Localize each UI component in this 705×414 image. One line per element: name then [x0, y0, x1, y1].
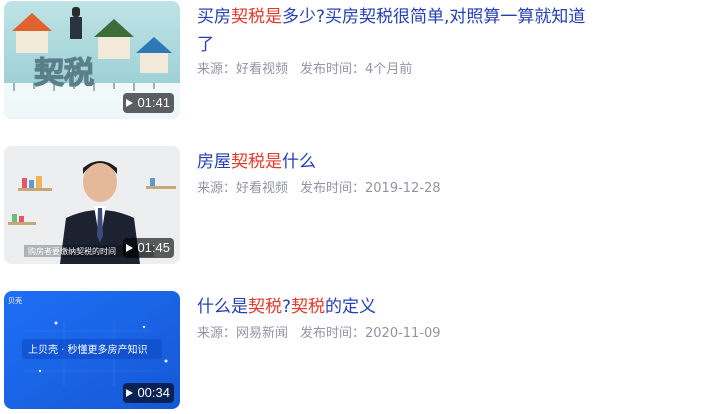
brand-logo: 贝壳 [8, 296, 22, 305]
video-thumbnail[interactable]: 购房者要缴纳契税的时间 01:45 [4, 146, 180, 264]
title-highlight: 是 [265, 152, 282, 172]
video-result-item[interactable]: 契税 01:41 买房契税是多少?买房契税很简单,对照算一算就知道了 来源：好看… [4, 1, 694, 119]
duration-text: 01:45 [137, 240, 170, 255]
video-info: 什么是契税?契税的定义 来源：网易新闻 发布时间：2020-11-09 [197, 291, 587, 343]
video-publish-time: 发布时间：2020-11-09 [300, 326, 441, 341]
video-publish-time: 发布时间：4个月前 [300, 62, 413, 77]
title-highlight: 契税 [248, 297, 282, 317]
title-highlight: 是 [265, 7, 282, 27]
title-highlight: 契税 [231, 152, 265, 172]
video-thumbnail[interactable]: 契税 01:41 [4, 1, 180, 119]
video-result-item[interactable]: 贝壳 上贝壳 · 秒懂更多房产知识 00:34 什么是契税?契税的定义 来源：网… [4, 291, 694, 409]
play-icon [126, 389, 134, 397]
title-text: 什么是 [197, 297, 248, 317]
video-source: 来源：网易新闻 [197, 326, 289, 341]
title-highlight: 契税 [291, 297, 326, 317]
thumbnail-text: 契税 [34, 56, 94, 91]
video-title-link[interactable]: 房屋契税是什么 [197, 148, 587, 176]
video-publish-time: 发布时间：2019-12-28 [300, 181, 441, 196]
thumbnail-text: 购房者要缴纳契税的时间 [28, 246, 116, 256]
video-result-item[interactable]: 购房者要缴纳契税的时间 01:45 房屋契税是什么 来源：好看视频 发布时间：20… [4, 146, 694, 264]
title-text: 什么 [282, 152, 316, 172]
duration-text: 00:34 [137, 385, 170, 400]
title-text: 买房 [197, 7, 231, 27]
video-source: 来源：好看视频 [197, 181, 289, 196]
duration-text: 01:41 [137, 95, 170, 110]
title-text: 房屋 [197, 152, 231, 172]
video-title-link[interactable]: 买房契税是多少?买房契税很简单,对照算一算就知道了 [197, 3, 587, 59]
title-text: 的定义 [325, 297, 377, 317]
video-info: 买房契税是多少?买房契税很简单,对照算一算就知道了 来源：好看视频 发布时间：4个… [197, 1, 587, 79]
video-source: 来源：好看视频 [197, 62, 289, 77]
video-meta: 来源：网易新闻 发布时间：2020-11-09 [197, 325, 587, 343]
video-info: 房屋契税是什么 来源：好看视频 发布时间：2019-12-28 [197, 146, 587, 198]
video-thumbnail[interactable]: 贝壳 上贝壳 · 秒懂更多房产知识 00:34 [4, 291, 180, 409]
video-meta: 来源：好看视频 发布时间：4个月前 [197, 61, 587, 79]
play-icon [126, 99, 134, 107]
video-meta: 来源：好看视频 发布时间：2019-12-28 [197, 180, 587, 198]
video-results-list: 契税 01:41 买房契税是多少?买房契税很简单,对照算一算就知道了 来源：好看… [0, 0, 705, 414]
duration-badge: 00:34 [123, 383, 174, 403]
title-highlight: 契税 [231, 7, 265, 27]
play-icon [126, 244, 134, 252]
duration-badge: 01:41 [123, 93, 174, 113]
thumbnail-text: 上贝壳 · 秒懂更多房产知识 [28, 343, 148, 356]
duration-badge: 01:45 [123, 238, 174, 258]
title-text: ? [282, 297, 292, 317]
video-title-link[interactable]: 什么是契税?契税的定义 [197, 293, 587, 321]
